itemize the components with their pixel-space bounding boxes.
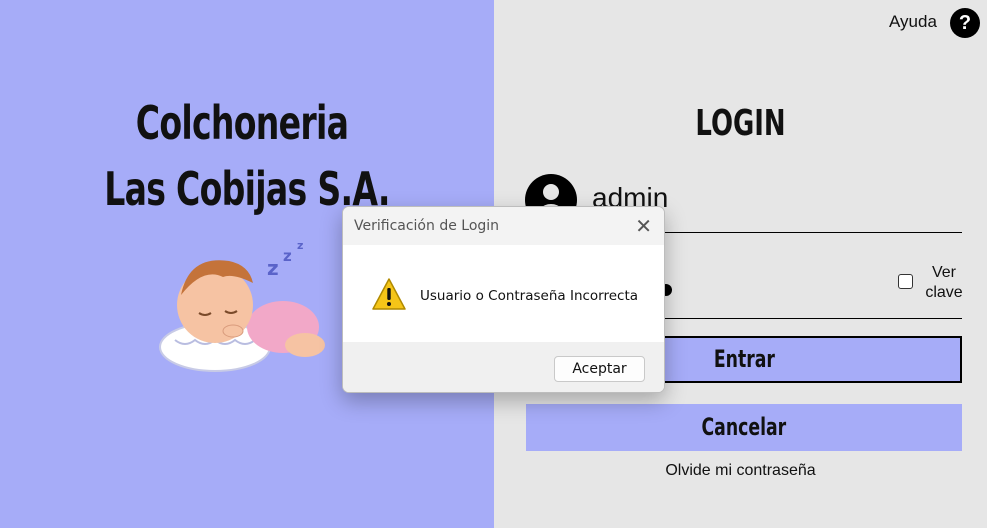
dialog-body: Usuario o Contraseña Incorrecta xyxy=(343,245,664,342)
dialog-message: Usuario o Contraseña Incorrecta xyxy=(420,288,639,304)
svg-text:z: z xyxy=(283,247,292,265)
dialog-title: Verificación de Login xyxy=(354,218,500,234)
brand-name-line1: Colchoneria xyxy=(135,96,349,150)
sleeping-baby-logo: z z z xyxy=(159,239,325,372)
warning-icon xyxy=(372,278,406,310)
svg-text:z: z xyxy=(297,239,303,252)
accept-button[interactable]: Aceptar xyxy=(554,356,645,382)
close-icon[interactable]: ✕ xyxy=(635,214,652,238)
help-link[interactable]: Ayuda xyxy=(889,12,937,32)
help-icon[interactable]: ? xyxy=(950,8,980,38)
forgot-password-link[interactable]: Olvide mi contraseña xyxy=(494,462,987,480)
login-error-dialog: Verificación de Login ✕ Usuario o Contra… xyxy=(342,206,665,393)
show-password-checkbox[interactable] xyxy=(898,274,913,289)
dialog-titlebar[interactable]: Verificación de Login ✕ xyxy=(343,207,664,245)
svg-text:z: z xyxy=(267,256,279,280)
login-heading: LOGIN xyxy=(695,103,786,144)
show-password-label: Ver clave xyxy=(925,264,963,301)
dialog-footer: Aceptar xyxy=(343,342,664,392)
cancel-button[interactable]: Cancelar xyxy=(526,404,962,451)
